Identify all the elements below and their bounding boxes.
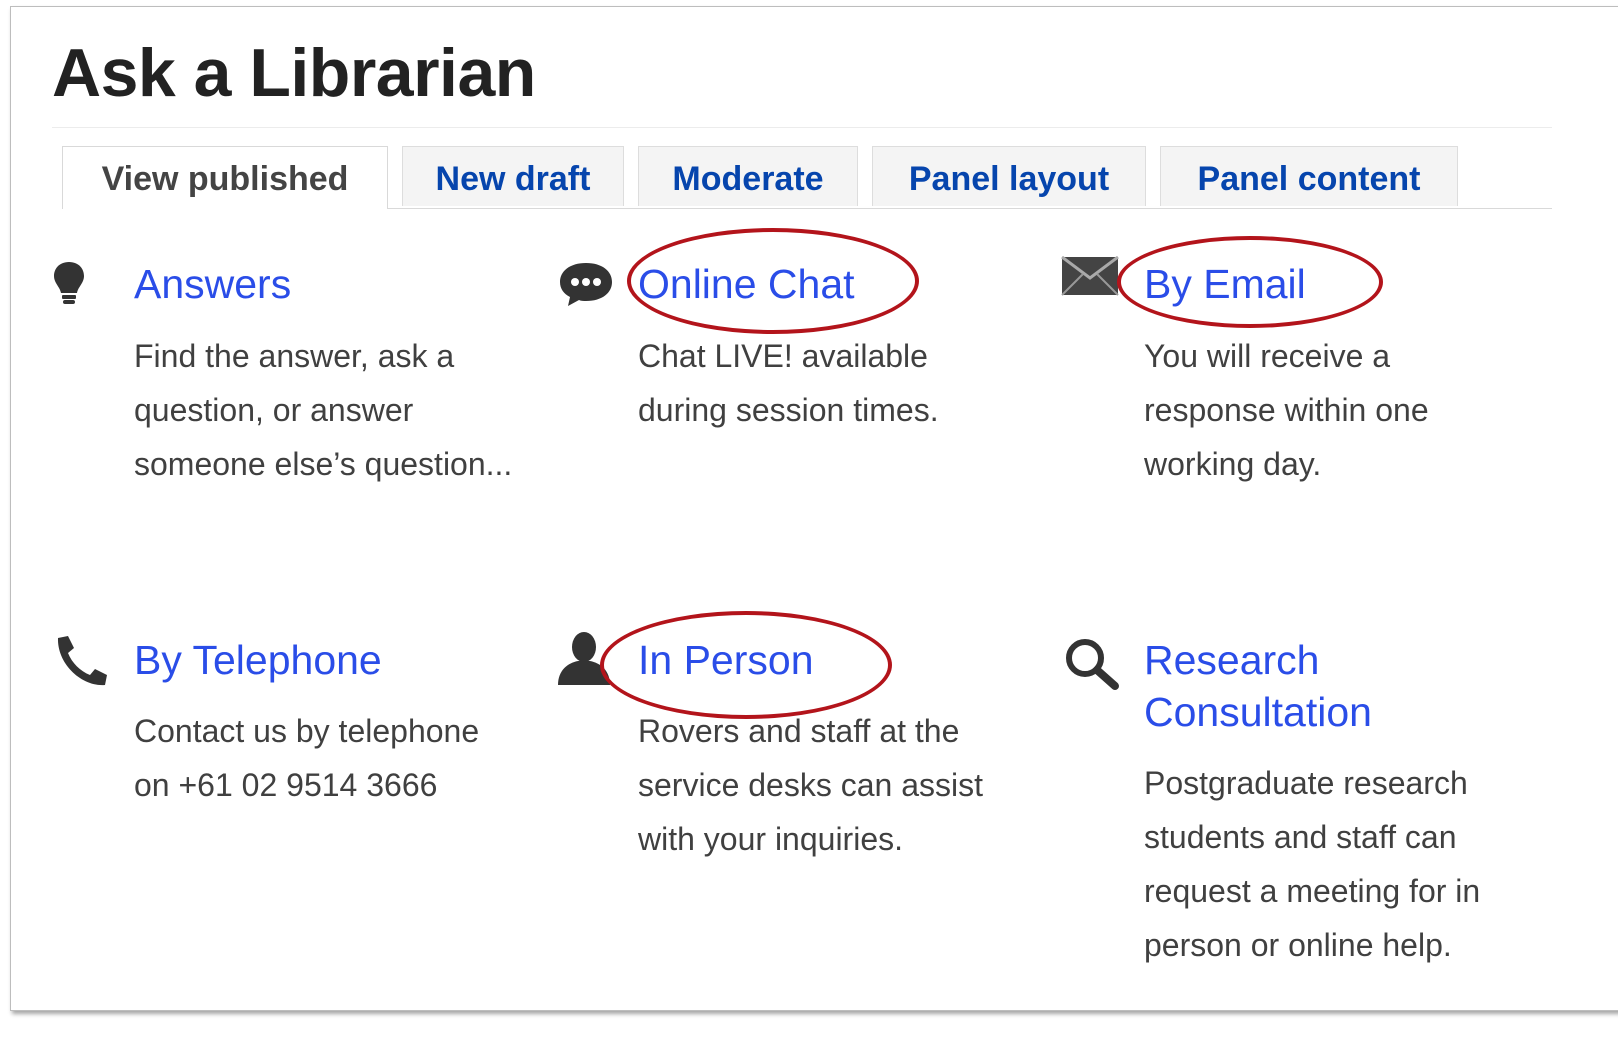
by-telephone-description: Contact us by telephone on +61 02 9514 3… (134, 713, 480, 803)
answers-link[interactable]: Answers (134, 258, 291, 310)
person-icon (556, 630, 612, 691)
answers-description: Find the answer, ask a question, or answ… (134, 338, 513, 482)
tab-panel-content[interactable]: Panel content (1160, 146, 1458, 206)
by-email-description: You will receive a response within one w… (1144, 338, 1429, 482)
research-consultation-link[interactable]: Research Consultation (1144, 634, 1474, 738)
online-chat-description: Chat LIVE! available during session time… (638, 338, 939, 428)
tab-bar: View published New draft Moderate Panel … (62, 146, 1552, 209)
online-chat-link[interactable]: Online Chat (638, 258, 855, 310)
in-person-description: Rovers and staff at the service desks ca… (638, 713, 984, 857)
by-email-link[interactable]: By Email (1144, 258, 1306, 310)
magnifier-icon (1063, 638, 1121, 695)
tab-view-published[interactable]: View published (62, 146, 388, 209)
page-title: Ask a Librarian (52, 35, 536, 111)
by-telephone-link[interactable]: By Telephone (134, 634, 382, 686)
title-divider (52, 127, 1552, 128)
in-person-link[interactable]: In Person (638, 634, 814, 686)
chat-bubble-icon (557, 260, 615, 313)
envelope-icon (1061, 255, 1119, 301)
tab-new-draft[interactable]: New draft (402, 146, 624, 206)
lightbulb-icon (52, 260, 86, 311)
telephone-icon (52, 634, 110, 693)
tab-moderate[interactable]: Moderate (638, 146, 858, 206)
tab-panel-layout[interactable]: Panel layout (872, 146, 1146, 206)
research-consultation-description: Postgraduate research students and staff… (1144, 765, 1481, 963)
